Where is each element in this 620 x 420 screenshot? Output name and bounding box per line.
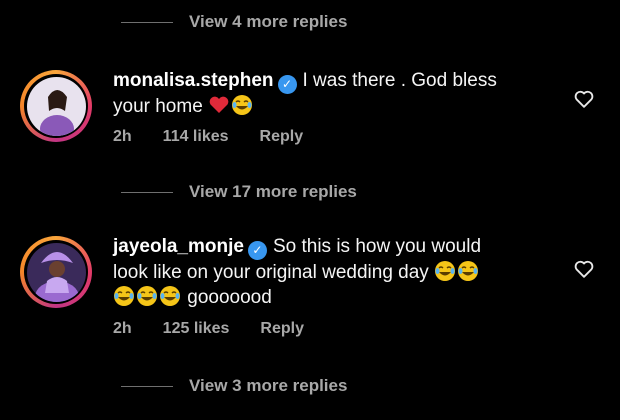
view-more-replies-comment2[interactable]: View 3 more replies [121,376,347,396]
comment-body: jayeola_monje ✓ So this is how you would l… [113,234,543,310]
comment-likes[interactable]: 114 likes [163,128,229,146]
avatar-inner [24,74,88,138]
tears-of-joy-icon [435,261,456,281]
comment-text-line2: your home [113,96,203,117]
comment-meta: 2h 125 likes Reply [113,320,304,338]
avatar-story-ring[interactable] [20,70,92,142]
like-heart-icon[interactable] [573,88,595,110]
tears-of-joy-icon [232,95,253,115]
reply-button[interactable]: Reply [260,128,304,146]
tears-of-joy-icon [137,286,157,306]
comment-text-line3: gooooood [187,287,272,308]
avatar-story-ring[interactable] [20,236,92,308]
comment-username[interactable]: jayeola_monje [113,236,244,257]
comment-monalisa: monalisa.stephen ✓ I was there . God bless… [20,70,610,150]
avatar-photo [26,76,86,136]
comment-text-line2: look like on your original wedding day [113,262,429,283]
comment-time: 2h [113,128,132,145]
view-more-replies-top[interactable]: View 4 more replies [121,12,347,32]
comment-username[interactable]: monalisa.stephen [113,70,274,91]
view-more-replies-label: View 17 more replies [189,182,357,201]
comment-jayeola: jayeola_monje ✓ So this is how you would l… [20,236,610,346]
comment-body: monalisa.stephen ✓ I was there . God bless… [113,68,523,119]
view-more-replies-label: View 4 more replies [189,12,348,31]
comment-text-line1: I was there . God bless [302,70,497,91]
tears-of-joy-icon [114,286,134,306]
comment-text-line1: So this is how you would [272,236,482,257]
reply-thread-line [121,21,173,23]
tears-of-joy-icon [458,261,479,281]
comment-likes[interactable]: 125 likes [163,320,230,338]
view-more-replies-comment1[interactable]: View 17 more replies [121,182,357,202]
reply-thread-line [121,191,173,193]
view-more-replies-label: View 3 more replies [189,376,348,395]
avatar-inner [24,240,88,304]
tears-of-joy-icon [160,286,180,306]
reply-thread-line [121,385,173,387]
comment-time: 2h [113,320,132,337]
avatar-photo [26,242,86,302]
reply-button[interactable]: Reply [260,320,304,338]
comment-meta: 2h 114 likes Reply [113,128,303,146]
verified-badge-icon: ✓ [247,241,267,260]
red-heart-icon [209,96,229,113]
like-heart-icon[interactable] [573,258,595,280]
verified-badge-icon: ✓ [277,75,297,94]
